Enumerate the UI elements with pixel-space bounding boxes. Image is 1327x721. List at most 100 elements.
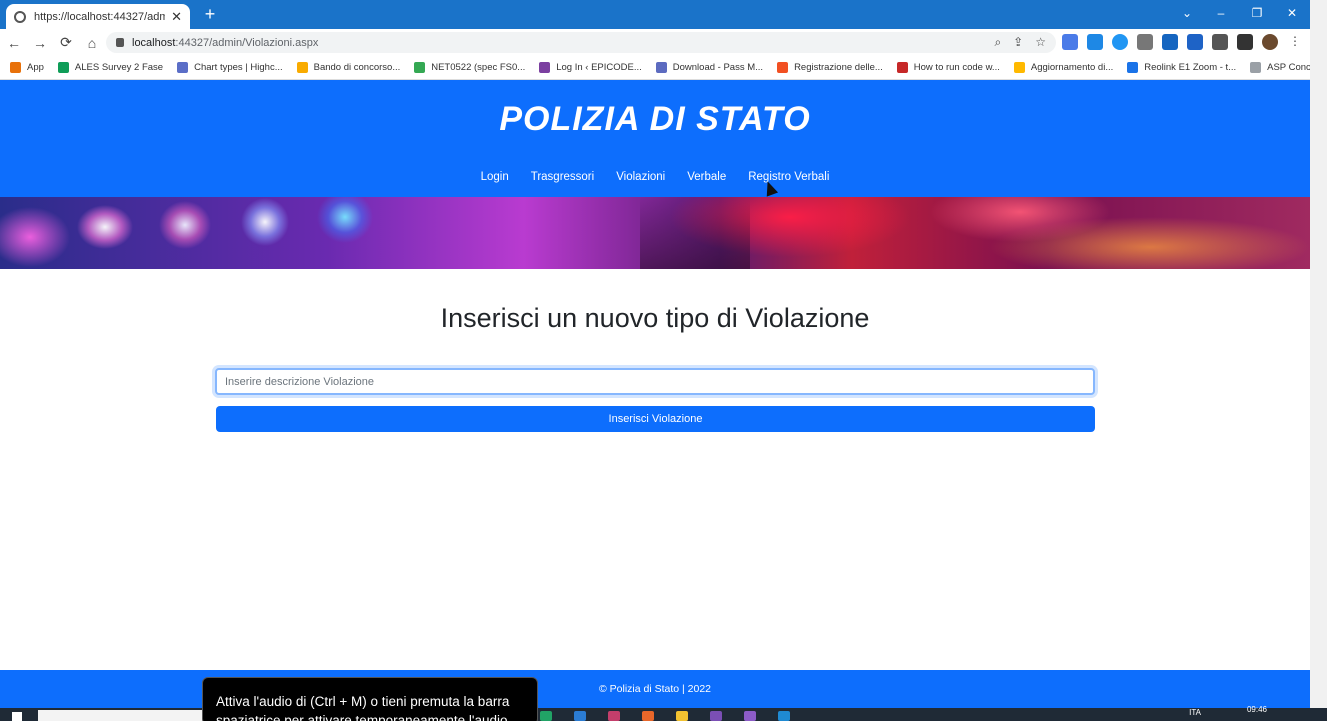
menu-kebab-icon[interactable]: ⋮ (1287, 34, 1303, 50)
bookmark-item[interactable]: Reolink E1 Zoom - t... (1127, 62, 1236, 73)
browser-tab[interactable]: https://localhost:44327/admin/V ✕ (6, 4, 190, 29)
bookmark-label: Download - Pass M... (672, 62, 764, 73)
bookmark-item[interactable]: How to run code w... (896, 62, 1000, 73)
chat-extension-icon[interactable] (1112, 34, 1128, 50)
forward-icon[interactable]: → (28, 35, 52, 51)
site-brand[interactable]: POLIZIA DI STATO (0, 100, 1310, 139)
bookmark-label: Log In ‹ EPICODE... (556, 62, 642, 73)
bookmark-favicon-icon (1127, 62, 1139, 73)
bookmark-item[interactable]: Bando di concorso... (296, 62, 401, 73)
maximize-button[interactable]: ❐ (1247, 6, 1267, 20)
bookmark-favicon-icon (414, 62, 426, 73)
bookmark-label: How to run code w... (913, 62, 1000, 73)
bookmark-favicon-icon (177, 62, 189, 73)
bookmark-label: Registrazione delle... (794, 62, 883, 73)
insert-violation-button[interactable]: Inserisci Violazione (216, 406, 1095, 432)
edge-icon[interactable] (778, 711, 790, 721)
minimize-button[interactable]: – (1211, 6, 1231, 20)
visual-studio-icon[interactable] (710, 711, 722, 721)
nav-verbale[interactable]: Verbale (687, 171, 726, 183)
tab-title: https://localhost:44327/admin/V (34, 10, 166, 23)
omnibox-actions: ⌕ ⇪ ☆ (994, 32, 1046, 53)
bookmark-item[interactable]: ASP Concorsi (1250, 62, 1310, 73)
bookmark-favicon-icon (777, 62, 789, 73)
tab-search-icon[interactable]: ⌄ (1177, 6, 1197, 20)
back-icon[interactable]: ← (2, 35, 26, 51)
audio-notification-toast: Attiva l'audio di (Ctrl + M) o tieni pre… (202, 677, 538, 721)
bookmark-label: ASP Concorsi (1267, 62, 1310, 73)
bookmark-favicon-icon (896, 62, 908, 73)
bookmarks-bar: App ALES Survey 2 Fase Chart types | Highc… (0, 56, 1310, 80)
windows-taskbar: ITA 09:46 (0, 705, 1327, 721)
bookmark-favicon-icon (655, 62, 667, 73)
bookmark-item[interactable]: Chart types | Highc... (177, 62, 283, 73)
bookmark-favicon-icon (539, 62, 551, 73)
translate-extension-icon[interactable] (1062, 34, 1078, 50)
bookmark-item[interactable]: NET0522 (spec FS0... (414, 62, 525, 73)
visual-studio-icon[interactable] (744, 711, 756, 721)
bookmark-item[interactable]: Aggiornamento di... (1013, 62, 1114, 73)
extension-icon[interactable] (1162, 34, 1178, 50)
app-icon[interactable] (608, 711, 620, 721)
site-nav: Login Trasgressori Violazioni Verbale Re… (0, 171, 1310, 183)
puzzle-icon[interactable] (1212, 34, 1228, 50)
globe-icon (14, 10, 26, 23)
bookmark-favicon-icon (1250, 62, 1262, 73)
nav-login[interactable]: Login (481, 171, 509, 183)
bookmark-item[interactable]: Download - Pass M... (655, 62, 764, 73)
bookmark-star-icon[interactable]: ☆ (1035, 32, 1046, 53)
bookmark-favicon-icon (10, 62, 21, 73)
bookmark-label: NET0522 (spec FS0... (431, 62, 526, 73)
lock-icon (116, 38, 124, 47)
bookmark-label: Chart types | Highc... (194, 62, 283, 73)
close-tab-icon[interactable]: ✕ (171, 9, 182, 25)
bookmark-label: Bando di concorso... (313, 62, 401, 73)
app-icon[interactable] (642, 711, 654, 721)
language-indicator[interactable]: ITA (1189, 708, 1201, 717)
extension-icon[interactable] (1087, 34, 1103, 50)
nav-registro-verbali[interactable]: Registro Verbali (748, 171, 829, 183)
site-header: POLIZIA DI STATO Login Trasgressori Viol… (0, 80, 1310, 197)
page-title: Inserisci un nuovo tipo di Violazione (440, 303, 870, 333)
taskbar-clock[interactable]: 09:46 (1247, 705, 1267, 714)
bookmark-favicon-icon (1013, 62, 1025, 73)
zoom-icon[interactable]: ⌕ (994, 32, 1001, 53)
site-footer: © Polizia di Stato | 2022 (0, 670, 1310, 708)
excel-icon[interactable] (540, 711, 552, 721)
extensions-area: ⋮ (1062, 34, 1303, 50)
violation-description-input[interactable] (215, 368, 1095, 395)
web-page: POLIZIA DI STATO Login Trasgressori Viol… (0, 80, 1310, 708)
share-icon[interactable]: ⇪ (1013, 32, 1023, 53)
url-input[interactable]: localhost:44327/admin/Violazioni.aspx ⌕ … (106, 32, 1056, 53)
scrollbar[interactable] (1310, 0, 1327, 721)
bookmark-item[interactable]: Log In ‹ EPICODE... (539, 62, 642, 73)
extension-icon[interactable] (1187, 34, 1203, 50)
hero-banner-image (0, 197, 1310, 269)
close-window-button[interactable]: ✕ (1282, 6, 1302, 20)
taskbar-search[interactable] (38, 710, 203, 721)
sidepanel-icon[interactable] (1237, 34, 1253, 50)
bookmark-label: App (27, 62, 44, 73)
bookmark-label: Aggiornamento di... (1030, 62, 1114, 73)
browser-tab-bar: https://localhost:44327/admin/V ✕ + ⌄ – … (0, 0, 1310, 29)
extension-icon[interactable] (1137, 34, 1153, 50)
bookmark-item[interactable]: Registrazione delle... (777, 62, 883, 73)
bookmark-label: Reolink E1 Zoom - t... (1144, 62, 1237, 73)
url-path: :44327/admin/Violazioni.aspx (175, 36, 319, 49)
app-icon[interactable] (574, 711, 586, 721)
nav-violazioni[interactable]: Violazioni (616, 171, 665, 183)
bookmark-label: ALES Survey 2 Fase (74, 62, 164, 73)
nav-trasgressori[interactable]: Trasgressori (531, 171, 594, 183)
new-tab-button[interactable]: + (200, 4, 220, 24)
bookmark-item[interactable]: App (10, 62, 44, 73)
reload-icon[interactable]: ⟳ (54, 34, 78, 51)
bookmark-favicon-icon (57, 62, 69, 73)
windows-start-icon[interactable] (12, 712, 22, 721)
taskbar-apps (540, 711, 790, 721)
bookmark-favicon-icon (296, 62, 308, 73)
avatar[interactable] (1262, 34, 1278, 50)
bookmark-item[interactable]: ALES Survey 2 Fase (57, 62, 164, 73)
app-icon[interactable] (676, 711, 688, 721)
url-host: localhost (132, 36, 176, 49)
home-icon[interactable]: ⌂ (80, 35, 104, 51)
